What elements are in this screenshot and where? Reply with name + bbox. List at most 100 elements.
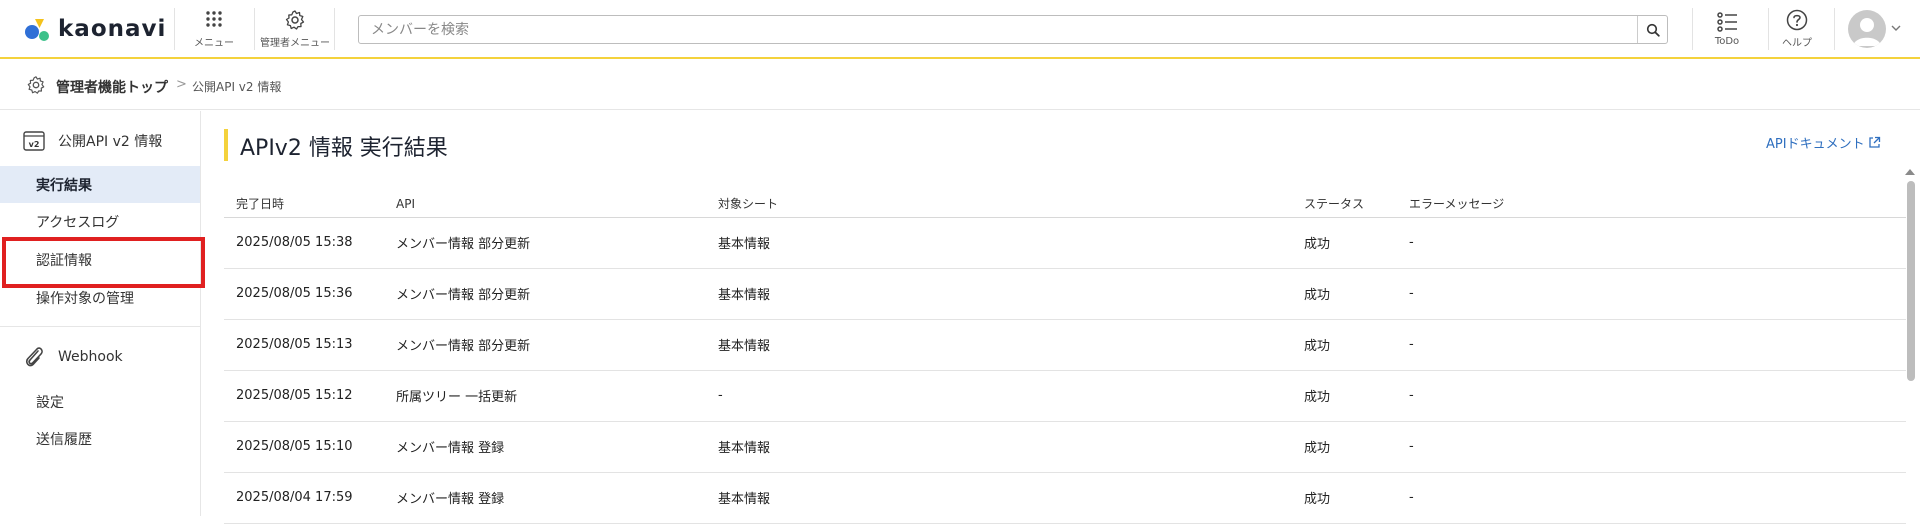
header-divider	[174, 8, 175, 50]
gear-icon	[285, 10, 305, 30]
paperclip-icon	[25, 347, 43, 367]
cell-error-message: -	[1397, 319, 1906, 371]
sidebar-section-title: Webhook	[58, 349, 123, 365]
sidebar-item-target-management[interactable]: 操作対象の管理	[0, 279, 200, 316]
cell-completed-at: 2025/08/05 15:36	[224, 268, 384, 320]
cell-error-message: -	[1397, 421, 1906, 473]
cell-status: 成功	[1292, 319, 1397, 371]
table-row[interactable]: 2025/08/05 15:36 メンバー情報 部分更新 基本情報 成功 -	[224, 268, 1906, 320]
menu-label: メニュー	[194, 38, 234, 49]
table-row[interactable]: 2025/08/05 15:12 所属ツリー 一括更新 - 成功 -	[224, 370, 1906, 422]
column-header-completed-at: 完了日時	[224, 191, 384, 218]
cell-api: メンバー情報 部分更新	[384, 319, 706, 371]
sidebar-item-send-history[interactable]: 送信履歴	[0, 420, 200, 457]
cell-api: メンバー情報 登録	[384, 472, 706, 524]
cell-status: 成功	[1292, 217, 1397, 269]
table-row[interactable]: 2025/08/05 15:10 メンバー情報 登録 基本情報 成功 -	[224, 421, 1906, 473]
column-header-target-sheet: 対象シート	[706, 191, 1292, 218]
gear-icon	[27, 76, 45, 94]
help-button[interactable]: ヘルプ	[1770, 0, 1824, 58]
user-icon	[1853, 18, 1881, 46]
cell-error-message: -	[1397, 268, 1906, 320]
search-button[interactable]	[1637, 16, 1667, 43]
cell-target-sheet: -	[706, 370, 1292, 422]
external-link-icon	[1868, 136, 1880, 148]
header-divider	[1692, 8, 1693, 50]
menu-button[interactable]: メニュー	[186, 0, 242, 58]
cell-api: 所属ツリー 一括更新	[384, 370, 706, 422]
column-header-error-message: エラーメッセージ	[1397, 191, 1906, 218]
checklist-icon	[1717, 12, 1737, 32]
sidebar-divider	[0, 326, 200, 327]
breadcrumb-root-link[interactable]: 管理者機能トップ	[56, 77, 168, 97]
breadcrumb-separator: >	[176, 77, 187, 92]
sidebar: v2 公開API v2 情報 実行結果 アクセスログ 認証情報 操作対象の管理 …	[0, 111, 201, 516]
breadcrumb-current: 公開API v2 情報	[192, 80, 282, 94]
cell-completed-at: 2025/08/05 15:13	[224, 319, 384, 371]
header-divider	[1768, 8, 1769, 50]
admin-menu-label: 管理者メニュー	[260, 38, 330, 49]
table-header-row: 完了日時 API 対象シート ステータス エラーメッセージ	[224, 191, 1906, 218]
sidebar-section-api-v2: v2 公開API v2 情報	[0, 121, 200, 161]
results-table: 完了日時 API 対象シート ステータス エラーメッセージ 2025/08/05…	[224, 191, 1906, 524]
cell-target-sheet: 基本情報	[706, 319, 1292, 371]
title-accent-bar	[224, 129, 228, 161]
admin-menu-button[interactable]: 管理者メニュー	[256, 0, 334, 58]
column-header-api: API	[384, 191, 706, 218]
help-icon	[1786, 9, 1808, 31]
cell-target-sheet: 基本情報	[706, 421, 1292, 473]
cell-api: メンバー情報 部分更新	[384, 217, 706, 269]
cell-error-message: -	[1397, 217, 1906, 269]
scroll-up-arrow-icon[interactable]	[1905, 169, 1915, 175]
todo-button[interactable]: ToDo	[1700, 0, 1754, 58]
help-label: ヘルプ	[1782, 38, 1812, 49]
cell-completed-at: 2025/08/05 15:38	[224, 217, 384, 269]
cell-error-message: -	[1397, 472, 1906, 524]
cell-target-sheet: 基本情報	[706, 472, 1292, 524]
sidebar-item-auth-info[interactable]: 認証情報	[0, 241, 200, 278]
table-row[interactable]: 2025/08/05 15:38 メンバー情報 部分更新 基本情報 成功 -	[224, 217, 1906, 269]
avatar[interactable]	[1848, 10, 1886, 48]
chevron-down-icon[interactable]	[1891, 24, 1901, 32]
sidebar-item-access-log[interactable]: アクセスログ	[0, 203, 200, 240]
scrollbar-thumb[interactable]	[1907, 181, 1915, 381]
table-row[interactable]: 2025/08/04 17:59 メンバー情報 登録 基本情報 成功 -	[224, 472, 1906, 524]
table-row[interactable]: 2025/08/05 15:13 メンバー情報 部分更新 基本情報 成功 -	[224, 319, 1906, 371]
main-content: APIv2 情報 実行結果 APIドキュメント 完了日時 API 対象シート ス…	[202, 111, 1920, 524]
member-search	[358, 15, 1668, 44]
breadcrumb: 管理者機能トップ > 公開API v2 情報	[0, 61, 1920, 110]
api-v2-icon-text: v2	[29, 140, 40, 149]
todo-label: ToDo	[1714, 36, 1740, 47]
logo-text: kaonavi	[58, 16, 167, 42]
column-header-status: ステータス	[1292, 191, 1397, 218]
sidebar-item-execution-results[interactable]: 実行結果	[0, 166, 200, 203]
cell-status: 成功	[1292, 370, 1397, 422]
cell-completed-at: 2025/08/04 17:59	[224, 472, 384, 524]
api-document-link[interactable]: APIドキュメント	[1766, 133, 1881, 152]
search-input[interactable]	[359, 16, 1637, 43]
page-title: APIv2 情報 実行結果	[240, 136, 448, 161]
top-header: kaonavi メニュー 管理者メニュー メンバーを検索 ToDo ヘルプ	[0, 0, 1920, 59]
cell-status: 成功	[1292, 268, 1397, 320]
cell-target-sheet: 基本情報	[706, 268, 1292, 320]
search-icon	[1646, 23, 1660, 37]
header-divider	[254, 8, 255, 50]
cell-status: 成功	[1292, 472, 1397, 524]
sidebar-section-title: 公開API v2 情報	[58, 134, 163, 150]
api-document-link-label: APIドキュメント	[1766, 137, 1865, 152]
cell-error-message: -	[1397, 370, 1906, 422]
kaonavi-logo-icon	[25, 19, 49, 41]
grid-icon	[206, 11, 222, 27]
logo[interactable]: kaonavi	[22, 14, 166, 44]
sidebar-item-webhook-settings[interactable]: 設定	[0, 383, 200, 420]
cell-target-sheet: 基本情報	[706, 217, 1292, 269]
sidebar-section-webhook: Webhook	[0, 337, 200, 377]
cell-completed-at: 2025/08/05 15:10	[224, 421, 384, 473]
vertical-scrollbar[interactable]	[1904, 169, 1916, 516]
cell-api: メンバー情報 部分更新	[384, 268, 706, 320]
api-v2-icon: v2	[23, 131, 45, 151]
header-divider	[334, 8, 335, 50]
cell-completed-at: 2025/08/05 15:12	[224, 370, 384, 422]
cell-status: 成功	[1292, 421, 1397, 473]
header-divider	[1834, 8, 1835, 50]
